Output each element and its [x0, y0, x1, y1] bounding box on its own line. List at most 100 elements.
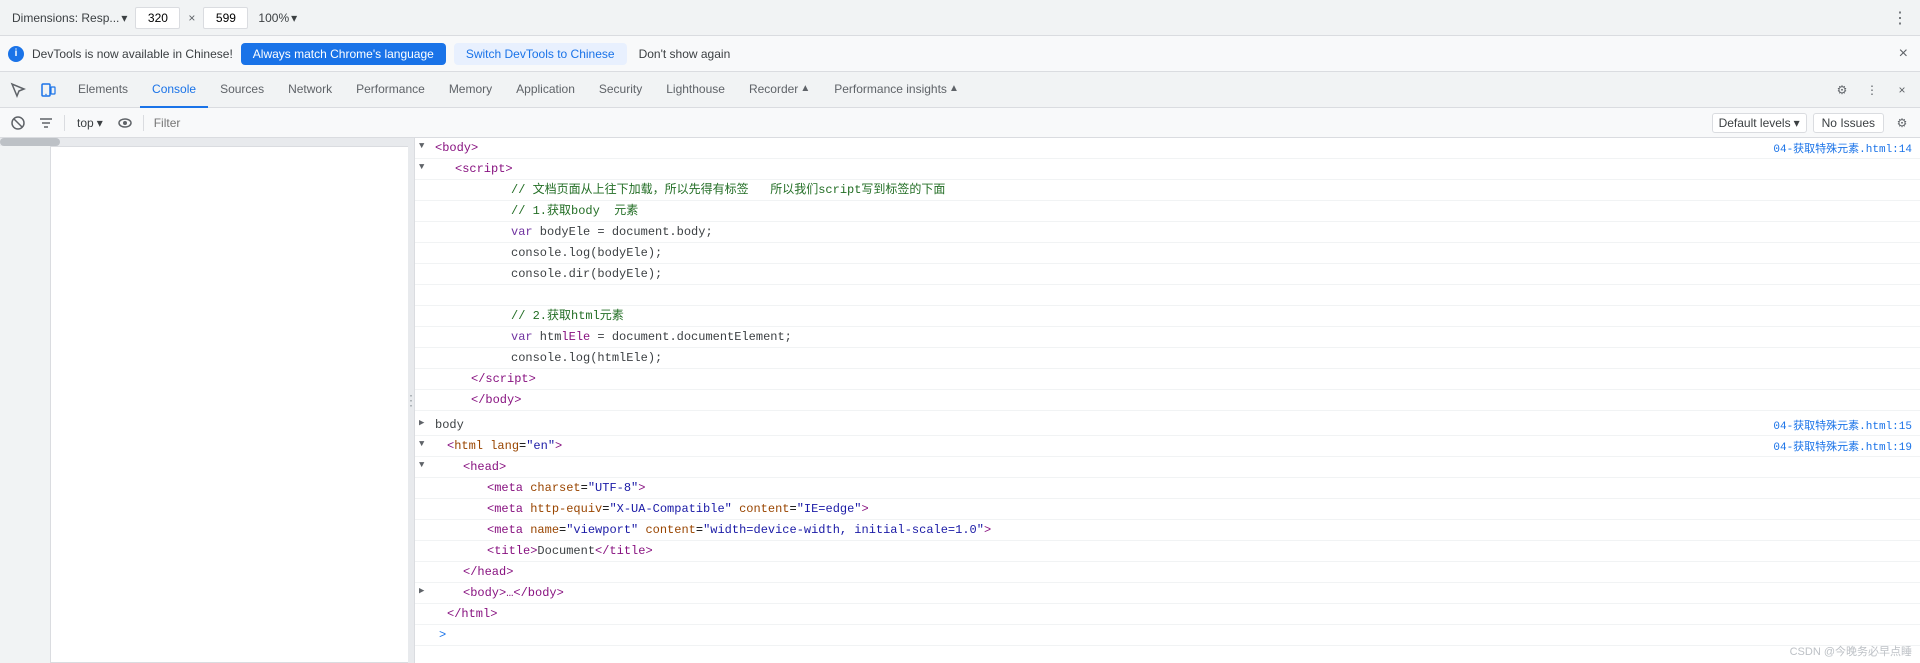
tab-network[interactable]: Network [276, 72, 344, 108]
zoom-dropdown[interactable]: 100% ▾ [252, 9, 303, 27]
code-body: <title>Document</title> [431, 541, 1912, 561]
source-link-body[interactable]: 04-获取特殊元素.html:15 [1773, 415, 1920, 435]
source-link[interactable] [1912, 390, 1920, 410]
tab-recorder[interactable]: Recorder ▲ [737, 72, 822, 108]
table-row: ▼ <script> [415, 159, 1920, 180]
dimensions-area: Dimensions: Resp... ▾ × 100% ▾ [8, 7, 303, 29]
tabs-list: Elements Console Sources Network Perform… [66, 72, 1824, 108]
horizontal-scrollbar[interactable] [0, 138, 414, 146]
expand-arrow[interactable]: ▼ [415, 138, 431, 158]
source-link[interactable] [1912, 243, 1920, 263]
expand-arrow [415, 180, 431, 200]
code-body: </html> [431, 604, 1912, 624]
issues-button[interactable]: No Issues [1813, 113, 1884, 133]
tab-performance-insights[interactable]: Performance insights ▲ [822, 72, 971, 108]
caret-row: > [415, 625, 1920, 646]
dimension-separator: × [184, 11, 199, 25]
code-body: console.log(bodyEle); [431, 243, 1912, 263]
source-link[interactable] [1912, 499, 1920, 519]
tab-security[interactable]: Security [587, 72, 654, 108]
tab-performance[interactable]: Performance [344, 72, 437, 108]
expand-arrow [415, 625, 431, 645]
expand-arrow[interactable]: ▼ [415, 159, 431, 179]
expand-arrow[interactable]: ▶ [415, 415, 431, 435]
resize-handle[interactable]: ⋮ [408, 138, 414, 663]
dimensions-dropdown[interactable]: Dimensions: Resp... ▾ [8, 9, 131, 27]
source-link[interactable] [1912, 222, 1920, 242]
table-row: <meta charset="UTF-8"> [415, 478, 1920, 499]
source-link[interactable] [1912, 625, 1920, 645]
table-row: </body> [415, 390, 1920, 411]
height-input[interactable] [203, 7, 248, 29]
code-body: <meta http-equiv="X-UA-Compatible" conte… [431, 499, 1912, 519]
code-body [431, 285, 1912, 305]
source-link-html[interactable]: 04-获取特殊元素.html:19 [1773, 436, 1920, 456]
more-options-button[interactable]: ⋮ [1888, 4, 1912, 32]
clear-console-button[interactable] [6, 111, 30, 135]
devtools-settings-button[interactable]: ⚙ [1828, 76, 1856, 104]
context-selector[interactable]: top ▾ [71, 114, 109, 132]
log-levels-dropdown[interactable]: Default levels ▾ [1712, 113, 1807, 133]
expand-arrow [415, 369, 431, 389]
eye-button[interactable] [113, 111, 137, 135]
tab-memory[interactable]: Memory [437, 72, 504, 108]
code-body: var htmlEle = document.documentElement; [431, 327, 1912, 347]
table-row: <meta name="viewport" content="width=dev… [415, 520, 1920, 541]
inspect-element-button[interactable] [4, 76, 32, 104]
match-language-button[interactable]: Always match Chrome's language [241, 43, 446, 65]
dont-show-again-button[interactable]: Don't show again [639, 47, 731, 61]
console-content: ▼ <body> 04-获取特殊元素.html:14 ▼ <script> //… [415, 138, 1920, 646]
source-link[interactable] [1912, 285, 1920, 305]
customize-devtools-button[interactable]: ⋮ [1858, 76, 1886, 104]
tab-elements[interactable]: Elements [66, 72, 140, 108]
console-settings-button[interactable]: ⚙ [1890, 111, 1914, 135]
source-link[interactable] [1912, 541, 1920, 561]
source-link[interactable] [1912, 369, 1920, 389]
tab-console[interactable]: Console [140, 72, 208, 108]
tabs-bar: Elements Console Sources Network Perform… [0, 72, 1920, 108]
top-bar: Dimensions: Resp... ▾ × 100% ▾ ⋮ [0, 0, 1920, 36]
tab-application[interactable]: Application [504, 72, 587, 108]
tab-sources[interactable]: Sources [208, 72, 276, 108]
table-row: ▼ <head> [415, 457, 1920, 478]
expand-arrow [415, 520, 431, 540]
code-body: <body> [431, 138, 1773, 158]
filter-toggle-button[interactable] [34, 111, 58, 135]
chevron-down-icon: ▾ [1794, 116, 1800, 130]
zoom-value: 100% [258, 11, 289, 25]
watermark: CSDN @今晚务必早点睡 [1790, 643, 1912, 659]
scrollbar-thumb[interactable] [0, 138, 60, 146]
source-link[interactable] [1912, 180, 1920, 200]
source-link[interactable] [1912, 348, 1920, 368]
source-link[interactable] [1912, 604, 1920, 624]
source-link[interactable] [1912, 478, 1920, 498]
source-link[interactable] [1912, 583, 1920, 603]
right-panel[interactable]: ▼ <body> 04-获取特殊元素.html:14 ▼ <script> //… [415, 138, 1920, 663]
expand-arrow [415, 604, 431, 624]
expand-arrow[interactable]: ▼ [415, 457, 431, 477]
expand-arrow[interactable]: ▼ [415, 436, 431, 456]
width-input[interactable] [135, 7, 180, 29]
close-devtools-button[interactable]: × [1888, 76, 1916, 104]
source-link[interactable] [1912, 159, 1920, 179]
table-row: var bodyEle = document.body; [415, 222, 1920, 243]
code-body: // 2.获取html元素 [431, 306, 1912, 326]
source-link[interactable] [1912, 264, 1920, 284]
expand-arrow [415, 562, 431, 582]
source-link[interactable] [1912, 201, 1920, 221]
source-link[interactable] [1912, 520, 1920, 540]
filter-input[interactable] [150, 112, 1708, 134]
table-row [415, 285, 1920, 306]
source-link[interactable] [1912, 562, 1920, 582]
tab-lighthouse[interactable]: Lighthouse [654, 72, 737, 108]
close-notification-button[interactable]: × [1895, 41, 1912, 67]
expand-arrow[interactable]: ▶ [415, 583, 431, 603]
switch-devtools-button[interactable]: Switch DevTools to Chinese [454, 43, 627, 65]
source-link[interactable] [1912, 457, 1920, 477]
device-toggle-button[interactable] [34, 76, 62, 104]
source-link[interactable] [1912, 327, 1920, 347]
source-link[interactable] [1912, 306, 1920, 326]
code-body: </body> [431, 390, 1912, 410]
tab-icons-left [4, 76, 66, 104]
source-link[interactable]: 04-获取特殊元素.html:14 [1773, 138, 1920, 158]
